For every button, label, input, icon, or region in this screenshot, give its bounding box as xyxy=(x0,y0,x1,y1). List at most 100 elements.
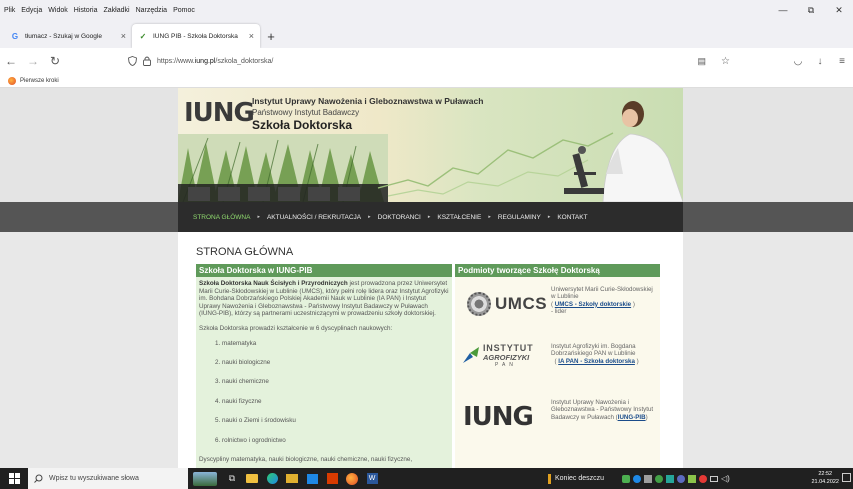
nav-education[interactable]: KSZTAŁCENIE xyxy=(437,214,481,221)
menu-help[interactable]: Pomoc xyxy=(173,7,195,14)
nav-separator-icon: ▸ xyxy=(257,214,260,220)
office-icon[interactable] xyxy=(322,468,342,489)
tray-app-icon[interactable] xyxy=(633,474,641,483)
umcs-doctoral-link[interactable]: UMCS - Szkoły doktorskie xyxy=(555,301,631,308)
tab-close-icon[interactable]: × xyxy=(249,31,254,41)
ia-pan-doctoral-link[interactable]: IA PAN - Szkoła doktorska xyxy=(558,358,635,365)
tab-google[interactable]: G tłumacz - Szukaj w Google × xyxy=(4,24,132,48)
partner-iung: IUNG Instytut Uprawy Nawożenia i Glebozn… xyxy=(463,399,654,432)
left-box-header: Szkoła Doktorska w IUNG-PIB xyxy=(196,264,452,277)
menu-view[interactable]: Widok xyxy=(48,7,67,14)
tray-app-icon[interactable] xyxy=(699,474,707,483)
nav-regulations[interactable]: REGULAMINY xyxy=(498,214,541,221)
tab-bar: G tłumacz - Szukaj w Google × ✓ IUNG PIB… xyxy=(0,20,853,48)
disciplines-list: 1. matematyka 2. nauki biologiczne 3. na… xyxy=(199,340,449,456)
menu-file[interactable]: Plik xyxy=(4,7,15,14)
list-item: 1. matematyka xyxy=(215,339,257,347)
restore-button[interactable]: ⧉ xyxy=(797,5,825,16)
nav-news[interactable]: AKTUALNOŚCI / REKRUTACJA xyxy=(267,214,361,221)
back-button[interactable]: ← xyxy=(0,54,22,68)
web-page: IUNG Instytut Uprawy Nawożenia i Glebozn… xyxy=(0,88,853,468)
store-icon[interactable] xyxy=(302,468,322,489)
start-button[interactable] xyxy=(0,468,28,489)
url-bar[interactable]: https://www.iung.pl/szkola_doktorska/ ▤ … xyxy=(128,51,738,71)
nav-toolbar: ← → ↻ https://www.iung.pl/szkola_doktors… xyxy=(0,48,853,74)
network-icon[interactable] xyxy=(710,475,718,482)
clock-time: 22:52 xyxy=(818,471,833,477)
menu-edit[interactable]: Edycja xyxy=(21,7,42,14)
tray-app-icon[interactable] xyxy=(666,474,674,483)
task-view-icon[interactable]: ⧉ xyxy=(222,468,242,489)
nav-separator-icon: ▸ xyxy=(547,214,551,220)
shield-icon xyxy=(128,56,137,66)
tray-app-icon[interactable] xyxy=(677,474,685,483)
umcs-seal-icon xyxy=(467,292,491,316)
institute-subtitle: Państwowy Instytut Badawczy xyxy=(252,108,360,117)
weather-status[interactable]: Koniec deszczu xyxy=(548,468,604,489)
word-icon[interactable]: W xyxy=(362,468,382,489)
folder-icon[interactable] xyxy=(282,468,302,489)
bookmarks-toolbar: Pierwsze kroki xyxy=(0,74,853,88)
ia-pan-logo[interactable]: INSTYTUT AGROFIZYKI PAN xyxy=(461,341,551,369)
nav-separator-icon: ▸ xyxy=(488,214,491,220)
menu-bookmarks[interactable]: Zakładki xyxy=(103,7,129,14)
iung-logo[interactable]: IUNG xyxy=(184,98,255,128)
file-explorer-icon[interactable] xyxy=(242,468,262,489)
tray-app-icon[interactable] xyxy=(688,474,696,483)
tray-app-icon[interactable] xyxy=(622,474,630,483)
rain-icon xyxy=(548,473,551,484)
school-name: Szkoła Doktorska xyxy=(252,118,353,132)
notification-icon[interactable] xyxy=(842,473,851,482)
close-window-button[interactable]: ✕ xyxy=(825,5,853,16)
edge-icon[interactable] xyxy=(262,468,282,489)
umcs-logo[interactable]: UMCS xyxy=(467,292,549,316)
list-item: 6. rolnictwo i ogrodnictwo xyxy=(215,436,286,444)
windows-taskbar: Wpisz tu wyszukiwane słowa ⧉ W Koniec de… xyxy=(0,468,853,489)
iung-pib-link[interactable]: IUNG-PIB xyxy=(618,414,646,421)
weather-widget-icon[interactable] xyxy=(188,468,222,489)
tab-iung[interactable]: ✓ IUNG PIB - Szkoła Doktorska × xyxy=(132,24,260,48)
partner-name: Instytut Agrofizyki im. Bogdana Dobrzańs… xyxy=(551,343,636,358)
new-tab-button[interactable]: + xyxy=(260,24,282,48)
menu-history[interactable]: Historia xyxy=(74,7,98,14)
app-menu-icon[interactable]: ≡ xyxy=(831,56,853,67)
nav-doctoral-students[interactable]: DOKTORANCI xyxy=(378,214,421,221)
weather-text: Koniec deszczu xyxy=(555,475,605,482)
url-text: https://www.iung.pl/szkola_doktorska/ xyxy=(157,57,274,65)
footer-text: Dyscypliny matematyka, nauki biologiczne… xyxy=(199,455,413,463)
tab-close-icon[interactable]: × xyxy=(121,31,126,41)
taskbar-search[interactable]: Wpisz tu wyszukiwane słowa xyxy=(28,468,188,489)
main-content: STRONA GŁÓWNA Szkoła Doktorska w IUNG-PI… xyxy=(178,232,683,468)
page-title: STRONA GŁÓWNA xyxy=(196,246,294,258)
bookmark-star-icon[interactable]: ☆ xyxy=(721,56,730,67)
tray-app-icon[interactable] xyxy=(644,474,652,483)
site-navigation: STRONA GŁÓWNA ▸ AKTUALNOŚCI / REKRUTACJA… xyxy=(178,202,683,232)
system-tray: ◁) xyxy=(622,468,730,489)
lock-icon xyxy=(143,56,151,66)
system-clock[interactable]: 22:52 21.04.2022 xyxy=(811,470,839,486)
tab-title: IUNG PIB - Szkoła Doktorska xyxy=(153,32,238,40)
bookmark-getting-started[interactable]: Pierwsze kroki xyxy=(20,78,59,84)
google-icon: G xyxy=(11,31,19,41)
reload-button[interactable]: ↻ xyxy=(44,54,66,68)
download-icon[interactable]: ↓ xyxy=(809,56,831,67)
forward-button[interactable]: → xyxy=(22,54,44,68)
clock-date: 21.04.2022 xyxy=(811,479,839,485)
iung-partner-logo[interactable]: IUNG xyxy=(463,402,534,432)
nav-home[interactable]: STRONA GŁÓWNA xyxy=(193,214,250,221)
minimize-button[interactable]: — xyxy=(769,5,797,15)
tab-title: tłumacz - Szukaj w Google xyxy=(25,32,102,40)
nav-contact[interactable]: KONTAKT xyxy=(557,214,587,221)
reader-view-icon[interactable]: ▤ xyxy=(697,56,706,67)
list-item: 3. nauki chemiczne xyxy=(215,378,269,386)
menu-tools[interactable]: Narzędzia xyxy=(136,7,168,14)
nav-separator-icon: ▸ xyxy=(427,214,431,220)
firefox-taskbar-icon[interactable] xyxy=(342,468,362,489)
tray-app-icon[interactable] xyxy=(655,474,663,483)
list-item: 4. nauki fizyczne xyxy=(215,397,262,405)
volume-icon[interactable]: ◁) xyxy=(721,474,730,483)
pocket-icon[interactable]: ◡ xyxy=(787,56,809,67)
left-info-box: Szkoła Doktorska Nauk Ścisłych i Przyrod… xyxy=(196,277,452,468)
institute-name: Instytut Uprawy Nawożenia i Gleboznawstw… xyxy=(252,96,484,106)
leader-label: - lider xyxy=(551,307,567,315)
